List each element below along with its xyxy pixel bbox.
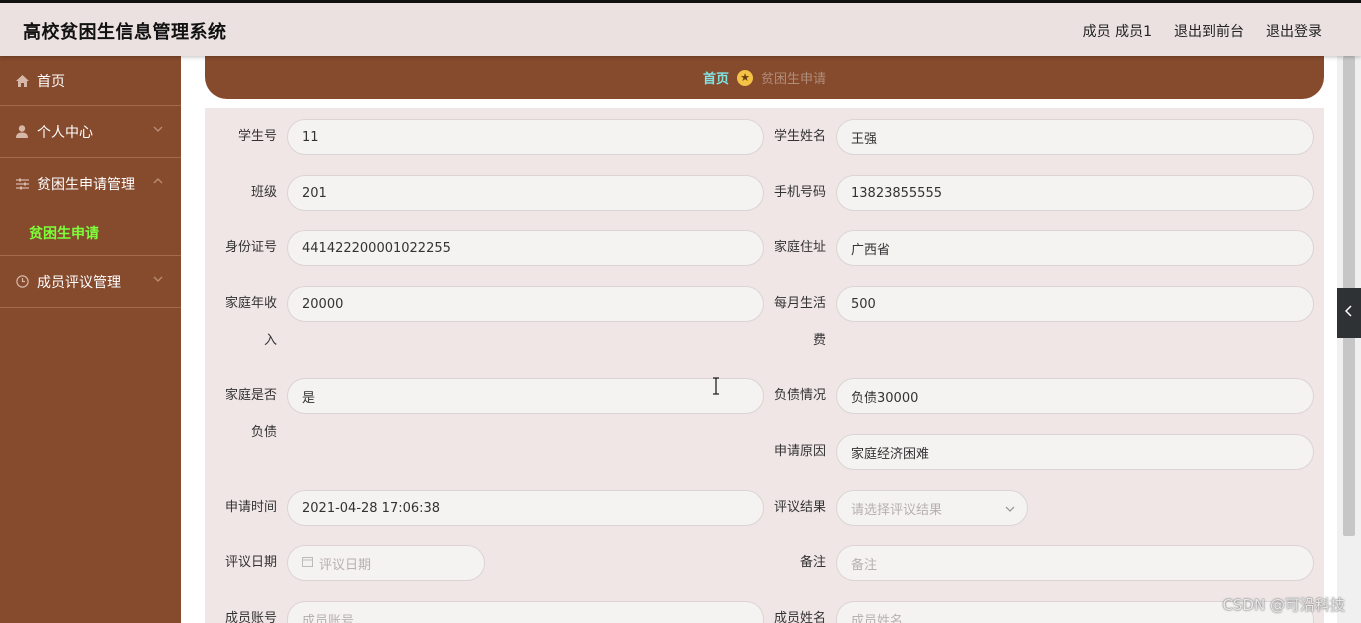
text-cursor-icon xyxy=(712,377,720,395)
page-scrollbar[interactable] xyxy=(1337,56,1361,623)
sidebar-item-personal-center[interactable]: 个人中心 xyxy=(0,106,181,158)
sliders-icon xyxy=(15,177,29,191)
income-label-line2: 入 xyxy=(263,333,277,348)
header-actions: 成员 成员1 退出到前台 退出登录 xyxy=(1083,21,1322,41)
calendar-icon xyxy=(302,556,313,570)
income-label: 家庭年收 入 xyxy=(217,286,277,356)
clock-icon xyxy=(15,275,29,289)
sidebar-item-label: 首页 xyxy=(37,73,65,90)
sidebar-subitem-poor-student-application[interactable]: 贫困生申请 xyxy=(0,210,181,256)
member-account-label: 成员账号 xyxy=(224,611,277,623)
id-card-label: 身份证号 xyxy=(224,240,277,255)
class-label: 班级 xyxy=(250,185,277,200)
breadcrumb: 首页 ★ 贫困生申请 xyxy=(205,56,1324,99)
apply-time-label: 申请时间 xyxy=(224,500,277,515)
debt-detail-input[interactable]: 负债30000 xyxy=(836,378,1314,414)
income-input[interactable]: 20000 xyxy=(287,286,764,322)
sidebar: 首页 个人中心 贫困生申请管理 贫困生申请 成员评议管理 xyxy=(0,56,181,623)
sidebar-item-application-management[interactable]: 贫困生申请管理 xyxy=(0,158,181,210)
address-input[interactable]: 广西省 xyxy=(836,230,1314,266)
id-card-input[interactable]: 441422200001022255 xyxy=(287,230,764,266)
chevron-up-icon xyxy=(153,176,163,187)
app-title: 高校贫困生信息管理系统 xyxy=(23,22,227,43)
review-result-label: 评议结果 xyxy=(773,500,826,515)
monthly-cost-label-line1: 每月生活 xyxy=(773,296,826,311)
collapse-panel-button[interactable] xyxy=(1337,288,1361,338)
student-name-label: 学生姓名 xyxy=(773,129,826,144)
sidebar-item-home[interactable]: 首页 xyxy=(0,56,181,106)
student-no-label: 学生号 xyxy=(237,129,277,144)
in-debt-label-line2: 负债 xyxy=(250,425,277,440)
in-debt-input[interactable]: 是 xyxy=(287,378,764,414)
sidebar-item-label: 贫困生申请管理 xyxy=(37,177,135,193)
review-result-select[interactable]: 请选择评议结果 xyxy=(836,490,1028,526)
monthly-cost-input[interactable]: 500 xyxy=(836,286,1314,322)
back-to-front-link[interactable]: 退出到前台 xyxy=(1174,21,1244,41)
chevron-left-icon xyxy=(1344,305,1353,321)
user-icon xyxy=(15,125,29,139)
sidebar-item-label: 成员评议管理 xyxy=(37,274,121,291)
class-input[interactable]: 201 xyxy=(287,175,764,211)
top-header: 高校贫困生信息管理系统 成员 成员1 退出到前台 退出登录 xyxy=(0,3,1361,56)
watermark: CSDN @可沿科技 xyxy=(1222,596,1345,614)
member-name-label: 成员姓名 xyxy=(773,611,826,623)
reason-input[interactable]: 家庭经济困难 xyxy=(836,434,1314,470)
application-form: 学生号 11 学生姓名 王强 班级 201 手机号码 13823855555 身… xyxy=(205,108,1324,623)
home-icon xyxy=(15,74,29,88)
chevron-down-icon xyxy=(153,274,163,285)
sidebar-item-label: 个人中心 xyxy=(37,124,93,141)
remark-input[interactable]: 备注 xyxy=(836,545,1314,581)
breadcrumb-home-link[interactable]: 首页 xyxy=(703,68,729,87)
sidebar-item-member-review-management[interactable]: 成员评议管理 xyxy=(0,256,181,308)
monthly-cost-label-line2: 费 xyxy=(812,333,826,348)
monthly-cost-label: 每月生活 费 xyxy=(766,286,826,356)
chevron-down-icon xyxy=(1005,502,1015,515)
address-label: 家庭住址 xyxy=(773,240,826,255)
in-debt-label-line1: 家庭是否 xyxy=(224,388,277,403)
main-content: 首页 ★ 贫困生申请 学生号 11 学生姓名 王强 班级 201 手机号码 13… xyxy=(181,56,1337,623)
chevron-down-icon xyxy=(153,124,163,135)
reason-label: 申请原因 xyxy=(773,444,826,459)
review-result-placeholder: 请选择评议结果 xyxy=(851,502,943,518)
member-account-input[interactable]: 成员账号 xyxy=(287,601,764,623)
review-date-label: 评议日期 xyxy=(224,555,277,570)
user-label: 成员 成员1 xyxy=(1082,24,1152,40)
phone-input[interactable]: 13823855555 xyxy=(836,175,1314,211)
star-icon: ★ xyxy=(737,69,753,86)
debt-detail-label: 负债情况 xyxy=(773,388,826,403)
student-name-input[interactable]: 王强 xyxy=(836,119,1314,155)
student-no-input[interactable]: 11 xyxy=(287,119,764,155)
in-debt-label: 家庭是否 负债 xyxy=(217,378,277,448)
review-date-placeholder: 评议日期 xyxy=(319,557,372,573)
logout-link[interactable]: 退出登录 xyxy=(1266,21,1322,41)
phone-label: 手机号码 xyxy=(773,185,826,200)
apply-time-input[interactable]: 2021-04-28 17:06:38 xyxy=(287,490,764,526)
income-label-line1: 家庭年收 xyxy=(224,296,277,311)
breadcrumb-current: 贫困生申请 xyxy=(761,72,827,87)
remark-label: 备注 xyxy=(799,555,826,570)
review-date-picker[interactable]: 评议日期 xyxy=(287,545,485,581)
